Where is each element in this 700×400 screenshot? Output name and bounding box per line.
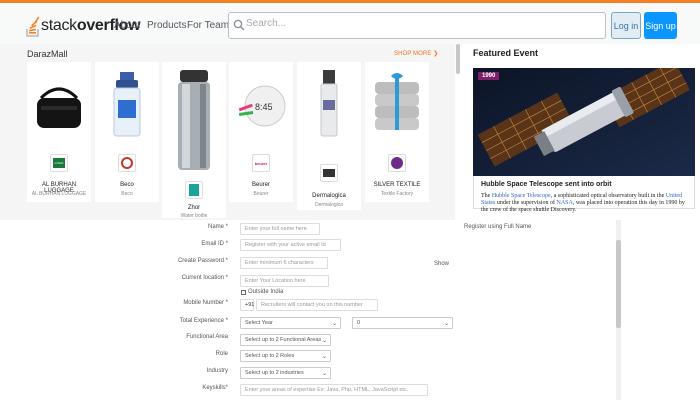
product-name: Zhor [187,205,201,211]
experience-year-value: Select Year [245,320,273,326]
product-tile[interactable]: Dermalogica Dermalogica [297,62,361,210]
signup-button[interactable]: Sign up [644,12,677,39]
logo-text-stack: stack [41,17,77,34]
location-label: Current location * [181,275,228,281]
brand-logo: LOGO [50,154,68,172]
product-tile[interactable]: 8:45 beurer Beurer Beurer [229,62,293,202]
product-sub: AL BURHAN LUGGAGE [31,191,87,197]
registration-form: Name * Enter your full name here Registe… [0,220,700,400]
serum-icon [320,70,338,137]
experience-year-select[interactable]: Select Year ⌄ [240,317,341,329]
functional-area-label: Functional Area [186,334,228,340]
product-name: Beco [120,182,134,188]
product-name: SILVER TEXTILE [373,182,421,188]
chevron-down-icon: ⌄ [321,338,327,344]
year-badge: 1990 [478,72,500,80]
scale-icon: 8:45 [238,85,286,127]
product-sub: Water bottle [180,213,208,219]
nav-for-teams[interactable]: For Teams [187,3,234,47]
product-tile[interactable]: LOGO AL BURHAN LUGGAGE AL BURHAN LUGGAGE [27,62,91,202]
role-select[interactable]: Select up to 2 Roles ⌄ [240,350,331,362]
search-box[interactable] [228,12,606,39]
link-hubble[interactable]: Hubble Space Telescope [492,193,551,199]
search-icon [233,19,245,31]
product-sub: Beurer [253,191,269,197]
bottle-icon [113,72,141,137]
experience-month-select[interactable]: 0 ⌄ [352,317,453,329]
brand-logo [388,154,406,172]
darazmall-title: DarazMall [27,49,68,59]
brand-logo [320,164,338,182]
experience-label: Total Experience * [179,318,228,324]
product-name: Beurer [251,182,270,188]
product-sub: Textile Factory [380,191,414,197]
stackoverflow-logo-icon [26,16,40,37]
stackoverflow-topbar: stackoverflow About Products For Teams L… [0,0,700,44]
outside-india-label: Outside India [248,289,284,295]
chevron-down-icon: ⌄ [321,354,327,360]
chevron-down-icon: ⌄ [331,321,337,327]
brand-logo: beurer [252,154,270,172]
featured-headline[interactable]: Hubble Space Telescope sent into orbit [481,181,612,188]
bag-icon [37,87,81,128]
brand-logo [185,181,203,199]
darazmall-panel: DarazMall SHOP MORE ❯ LOGO AL BURHAN LUG… [0,44,455,220]
featured-body: The Hubble Space Telescope, a sophistica… [481,193,689,214]
product-sub: Beco [121,191,133,197]
keyskills-field[interactable]: Enter your areas of expertise Ex: Java, … [240,384,428,396]
show-password-link[interactable]: Show [434,261,449,267]
mobile-code[interactable]: +91 [240,299,254,311]
nav-about[interactable]: About [114,3,140,47]
chevron-down-icon: ⌄ [321,371,327,377]
mobile-label: Mobile Number * [183,300,228,306]
password-field[interactable]: Enter minimum 6 characters [240,257,328,269]
search-input[interactable] [246,18,586,29]
product-tile[interactable]: Zhor Water bottle [162,62,226,219]
keyskills-label: Keyskills* [202,385,228,391]
functional-area-select[interactable]: Select up to 2 Functional Areas ⌄ [240,334,331,346]
product-name: Dermalogica [312,193,346,199]
flask-icon [178,70,210,170]
featured-event-title: Featured Event [473,48,539,58]
shop-more-link[interactable]: SHOP MORE ❯ [394,50,438,57]
featured-body-text: under the supervision of [495,200,557,206]
name-field[interactable]: Enter your full name here [240,223,320,235]
mobile-field[interactable]: Recruiters will contact you on this numb… [256,299,378,311]
product-sub: Dermalogica [314,202,344,208]
email-label: Email ID * [201,241,228,247]
functional-area-value: Select up to 2 Functional Areas [245,337,322,343]
featured-event-panel: Featured Event 1990 Hubble Space Telesco… [462,44,700,220]
product-tile[interactable]: SILVER TEXTILE Textile Factory [365,62,429,202]
product-tile[interactable]: Beco Beco [95,62,159,202]
page-scrollbar-thumb[interactable] [616,240,621,328]
name-hint: Register using Full Name [464,224,532,230]
outside-india-checkbox[interactable] [241,290,246,295]
industry-label: Industry [206,368,228,374]
experience-month-value: 0 [357,320,361,326]
role-label: Role [215,351,228,357]
svg-text:8:45: 8:45 [255,102,273,112]
towel-icon [375,73,419,130]
chevron-down-icon: ⌄ [443,321,449,327]
hubble-telescope-icon [473,68,695,176]
link-nasa[interactable]: NASA [557,200,573,206]
industry-select[interactable]: Select up to 2 industries ⌄ [240,367,331,379]
name-label: Name * [207,224,228,230]
login-button[interactable]: Log in [611,12,641,39]
featured-body-text: The [481,193,492,199]
featured-body-text: , a sophisticated optical observatory bu… [550,193,666,199]
mall-scrollbar[interactable] [456,44,460,74]
hubble-image[interactable]: 1990 [473,68,695,176]
email-field[interactable]: Register with your active email Id [240,239,341,251]
brand-logo [118,154,136,172]
location-field[interactable]: Enter Your Location here [240,275,329,287]
password-label: Create Password * [177,258,228,264]
role-value: Select up to 2 Roles [245,353,295,359]
nav-products[interactable]: Products [147,3,186,47]
industry-value: Select up to 2 industries [245,370,304,376]
